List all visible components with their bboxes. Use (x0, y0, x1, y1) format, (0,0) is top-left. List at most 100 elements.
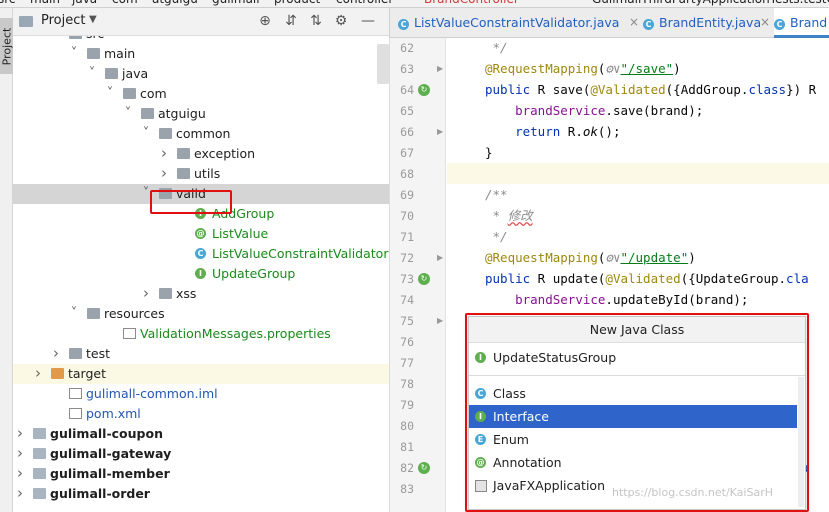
class-icon: C (195, 248, 206, 259)
tree-item-label: java (122, 66, 149, 81)
code-line[interactable]: brandService.save(brand); (447, 100, 829, 121)
line-number: 68 (400, 167, 414, 181)
chevron-down-icon[interactable]: ˅ (141, 126, 151, 141)
code-line[interactable]: /** (447, 184, 829, 205)
tree-item[interactable]: › gulimall-member (13, 464, 389, 484)
tree-item[interactable]: gulimall-common.iml (13, 384, 389, 404)
code-line[interactable]: */ (447, 38, 829, 58)
gear-icon[interactable]: ⚙ (332, 13, 350, 29)
folder-icon (159, 288, 172, 299)
spring-mapping-icon[interactable]: ↻ (418, 462, 430, 474)
tree-item-label: common (176, 126, 231, 141)
chevron-right-icon[interactable]: › (15, 484, 25, 502)
chevron-down-icon[interactable]: ˅ (105, 86, 115, 101)
expand-all-icon[interactable]: ⇵ (282, 13, 300, 29)
chevron-right-icon[interactable]: › (141, 284, 151, 302)
tree-item[interactable]: ˅ src (13, 36, 389, 44)
breadcrumb-item[interactable]: GulimallThirdPartyApplicationTests.testO (592, 0, 829, 6)
chevron-down-icon[interactable]: ˅ (87, 66, 97, 81)
editor-tab[interactable]: C Brand (774, 8, 829, 38)
code-line[interactable]: brandService.updateById(brand); (447, 289, 829, 310)
line-number: 63 (400, 62, 414, 76)
breadcrumb-item[interactable]: product (274, 0, 320, 6)
breadcrumb-item[interactable]: controller (336, 0, 393, 6)
spring-mapping-icon[interactable]: ↻ (418, 273, 430, 285)
editor-tab[interactable]: C BrandEntity.java × (643, 8, 774, 38)
line-number: 78 (400, 377, 414, 391)
line-number: 81 (400, 440, 414, 454)
tree-item[interactable]: pom.xml (13, 404, 389, 424)
code-line[interactable]: } (447, 142, 829, 163)
breadcrumb-item[interactable]: atguigu (152, 0, 198, 6)
code-line[interactable]: return R.ok(); (447, 121, 829, 142)
properties-file-icon (123, 328, 136, 339)
tree-item[interactable]: › target (13, 364, 389, 384)
breadcrumb-item[interactable]: main (30, 0, 60, 6)
fold-marker-icon[interactable]: ▶ (437, 253, 443, 262)
close-icon[interactable]: × (629, 15, 639, 29)
tree-item[interactable]: I UpdateGroup (13, 264, 389, 284)
tree-item[interactable]: › xss (13, 284, 389, 304)
breadcrumb-item[interactable]: BrandController (424, 0, 519, 6)
code-line[interactable] (447, 163, 829, 184)
chevron-right-icon[interactable]: › (33, 364, 43, 382)
locate-icon[interactable]: ⊕ (256, 13, 274, 29)
code-line[interactable]: public R save(@Validated({AddGroup.class… (447, 79, 829, 100)
tree-item[interactable]: ˅ java (13, 64, 389, 84)
tree-item-label: main (104, 46, 136, 61)
close-icon[interactable]: × (760, 15, 770, 29)
editor-tab[interactable]: C ListValueConstraintValidator.java × (398, 8, 643, 38)
chevron-down-icon[interactable]: ˅ (69, 46, 79, 61)
tree-item[interactable]: ˅ common (13, 124, 389, 144)
tree-item[interactable]: ˅ resources (13, 304, 389, 324)
tree-item[interactable]: ˅ atguigu (13, 104, 389, 124)
tree-item[interactable]: › gulimall-coupon (13, 424, 389, 444)
folder-icon (87, 48, 100, 59)
chevron-right-icon[interactable]: › (51, 344, 61, 362)
tree-item[interactable]: C ListValueConstraintValidator (13, 244, 389, 264)
tree-item-label: gulimall-member (50, 466, 170, 481)
line-number: 77 (400, 356, 414, 370)
tree-item[interactable]: @ ListValue (13, 224, 389, 244)
chevron-right-icon[interactable]: › (15, 464, 25, 482)
spring-mapping-icon[interactable]: ↻ (418, 84, 430, 96)
tree-item[interactable]: › test (13, 344, 389, 364)
folder-icon (159, 128, 172, 139)
code-line[interactable]: */ (447, 226, 829, 247)
breadcrumb-item[interactable]: gulimall (212, 0, 260, 6)
chevron-down-icon[interactable]: ˅ (51, 36, 61, 41)
tree-item[interactable]: ˅ com (13, 84, 389, 104)
chevron-right-icon[interactable]: › (159, 144, 169, 162)
tree-item[interactable]: ValidationMessages.properties (13, 324, 389, 344)
chevron-down-icon[interactable]: ▼ (89, 14, 97, 25)
tool-window-stripe: Project (0, 8, 14, 512)
chevron-right-icon[interactable]: › (159, 164, 169, 182)
project-tool-tab[interactable]: Project (0, 18, 14, 74)
tree-item-label: test (86, 346, 111, 361)
chevron-down-icon[interactable]: ˅ (69, 306, 79, 321)
tree-item[interactable]: › gulimall-gateway (13, 444, 389, 464)
chevron-down-icon[interactable]: ˅ (123, 106, 133, 121)
chevron-right-icon[interactable]: › (15, 444, 25, 462)
minimize-icon[interactable]: — (359, 13, 377, 29)
code-line[interactable]: @RequestMapping(⚙∨"/update") (447, 247, 829, 268)
folder-icon (141, 108, 154, 119)
fold-marker-icon[interactable]: ▶ (437, 316, 443, 325)
breadcrumb-item[interactable]: src (0, 0, 16, 6)
project-panel-title[interactable]: Project (41, 13, 85, 28)
tree-item[interactable]: › gulimall-order (13, 484, 389, 504)
tree-item[interactable]: › utils (13, 164, 389, 184)
tree-item[interactable]: › exception (13, 144, 389, 164)
fold-marker-icon[interactable]: ▶ (437, 64, 443, 73)
breadcrumb-item[interactable]: com (112, 0, 138, 6)
tree-scrollbar[interactable] (377, 44, 389, 84)
collapse-all-icon[interactable]: ⇅ (307, 13, 325, 29)
line-number: 74 (400, 293, 414, 307)
fold-marker-icon[interactable]: ▶ (437, 127, 443, 136)
code-line[interactable]: * 修改 (447, 205, 829, 226)
code-line[interactable]: public R update(@Validated({UpdateGroup.… (447, 268, 829, 289)
breadcrumb-item[interactable]: java (72, 0, 97, 6)
chevron-right-icon[interactable]: › (15, 424, 25, 442)
code-line[interactable]: @RequestMapping(⚙∨"/save") (447, 58, 829, 79)
tree-item[interactable]: ˅ main (13, 44, 389, 64)
